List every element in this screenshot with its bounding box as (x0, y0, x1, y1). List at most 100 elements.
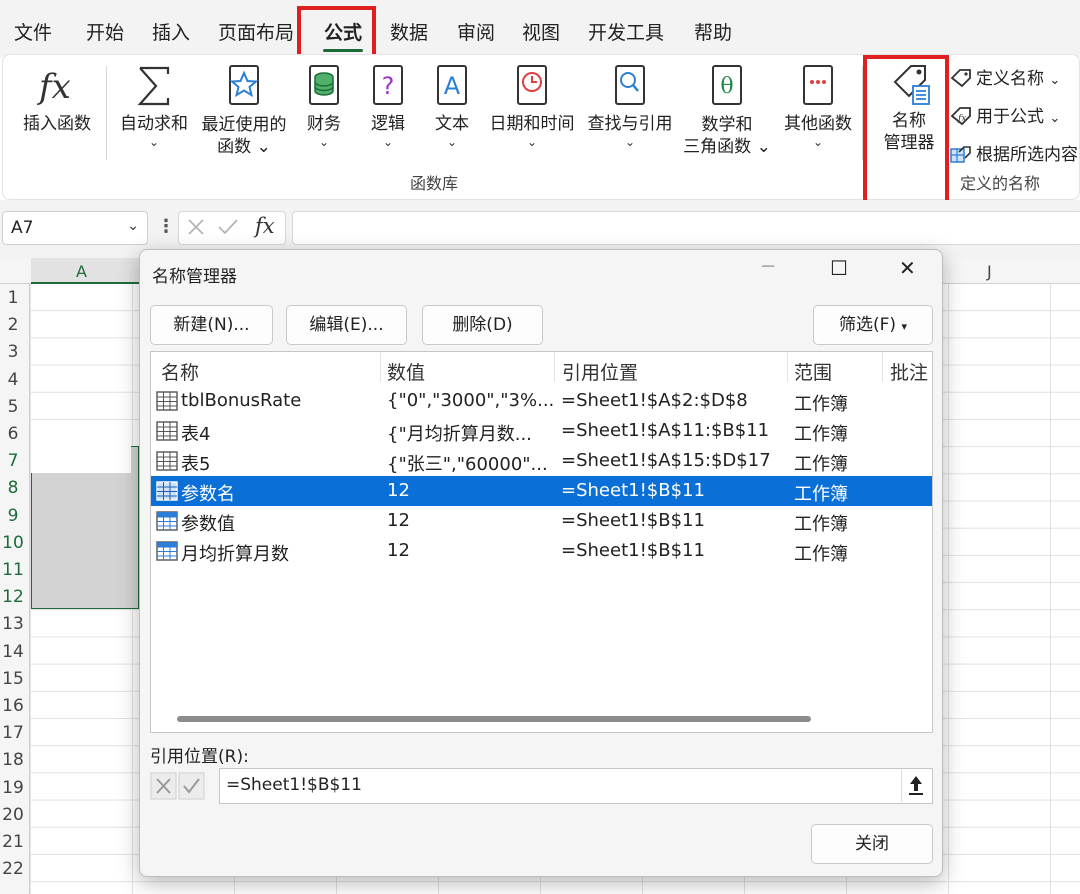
create-from-selection-button[interactable]: 根据所选内容 (950, 140, 1078, 165)
name-row-selected[interactable]: 参数名 12 =Sheet1!$B$11 工作簿 (151, 476, 932, 506)
name-cell: 参数值 (181, 514, 235, 535)
more-functions-label: 其他函数 (784, 114, 852, 134)
horizontal-scrollbar[interactable] (177, 716, 811, 722)
text-button[interactable]: A 文本 ⌄ (428, 64, 476, 149)
row-header[interactable]: 11 (0, 560, 26, 580)
name-box[interactable]: A7 ⌄ (2, 211, 148, 245)
name-cell: 参数名 (181, 484, 235, 505)
cancel-confirm-icons (150, 772, 205, 800)
maximize-icon[interactable]: ☐ (830, 256, 848, 280)
edit-name-button[interactable]: 编辑(E)... (286, 305, 407, 345)
name-row[interactable]: 表4 {"月均折算月数... =Sheet1!$A$11:$B$11 工作簿 (151, 416, 932, 446)
logical-button[interactable]: ? 逻辑 ⌄ (364, 64, 412, 149)
name-row[interactable]: 月均折算月数 12 =Sheet1!$B$11 工作簿 (151, 536, 932, 566)
insert-function-button[interactable]: fx 插入函数 (20, 64, 94, 135)
row-header[interactable]: 21 (0, 832, 26, 852)
collapse-dialog-button[interactable] (901, 770, 931, 802)
row-header[interactable]: 17 (0, 723, 26, 743)
scope-cell: 工作簿 (794, 484, 848, 505)
name-row[interactable]: 表5 {"张三","60000"... =Sheet1!$A$15:$D$17 … (151, 446, 932, 476)
insert-function-fx-icon[interactable]: fx (255, 214, 275, 238)
chevron-down-icon[interactable]: ⌄ (127, 218, 139, 234)
text-book-icon: A (437, 65, 467, 105)
refers-to-input[interactable]: =Sheet1!$B$11 (219, 768, 933, 804)
row-header[interactable]: 16 (0, 696, 26, 716)
tab-page-layout[interactable]: 页面布局 (218, 18, 294, 45)
value-cell: {"月均折算月数... (387, 424, 532, 445)
question-book-icon: ? (373, 65, 403, 105)
tab-review[interactable]: 审阅 (457, 18, 495, 45)
row-header[interactable]: 15 (0, 669, 26, 689)
tab-data[interactable]: 数据 (390, 18, 428, 45)
delete-name-button[interactable]: 删除(D) (422, 305, 543, 345)
names-list[interactable]: 名称 数值 引用位置 范围 批注 tblBonusRate {"0","3000… (150, 351, 933, 733)
new-name-button[interactable]: 新建(N)... (150, 305, 273, 345)
column-header-scope[interactable]: 范围 (794, 358, 832, 385)
more-functions-button[interactable]: 其他函数 ⌄ (780, 64, 856, 149)
row-header[interactable]: 3 (0, 342, 26, 362)
column-header-refers-to[interactable]: 引用位置 (562, 358, 638, 385)
tab-view[interactable]: 视图 (522, 18, 560, 45)
chevron-down-icon: ⌄ (382, 135, 394, 149)
star-book-icon (229, 65, 259, 105)
row-header[interactable]: 12 (0, 587, 26, 607)
column-header-a[interactable]: A (76, 262, 87, 281)
financial-button[interactable]: 财务 ⌄ (300, 64, 348, 149)
row-header[interactable]: 18 (0, 750, 26, 770)
filter-button[interactable]: 筛选(F) ▾ (813, 305, 933, 345)
formula-input[interactable] (292, 211, 1080, 245)
tab-insert[interactable]: 插入 (152, 18, 190, 45)
column-header-name[interactable]: 名称 (161, 358, 199, 385)
tab-file[interactable]: 文件 (14, 18, 52, 45)
refers-to-label: 引用位置(R): (150, 747, 249, 767)
collapse-arrow-icon (909, 776, 923, 795)
more-options-icon[interactable]: ⋮ (157, 216, 175, 237)
row-header[interactable]: 13 (0, 614, 26, 634)
row-header[interactable]: 20 (0, 805, 26, 825)
date-time-button[interactable]: 日期和时间 ⌄ (486, 64, 578, 149)
ribbon-separator (106, 66, 107, 160)
tab-developer[interactable]: 开发工具 (588, 18, 664, 45)
column-header-comment[interactable]: 批注 (890, 358, 928, 385)
autosum-button[interactable]: 自动求和 ⌄ (118, 64, 190, 149)
column-header-value[interactable]: 数值 (387, 358, 425, 385)
math-trig-label-1: 数学和 (701, 115, 753, 135)
row-header[interactable]: 4 (0, 370, 26, 390)
refers-to-cell: =Sheet1!$A$2:$D$8 (561, 390, 748, 411)
row-header[interactable]: 14 (0, 642, 26, 662)
active-cell[interactable] (31, 446, 131, 473)
row-header[interactable]: 22 (0, 859, 26, 879)
tab-home[interactable]: 开始 (86, 18, 124, 45)
value-cell: 12 (387, 510, 410, 531)
refers-to-cell: =Sheet1!$B$11 (561, 510, 705, 531)
column-header-j[interactable]: J (987, 262, 992, 281)
define-name-button[interactable]: 定义名称 ⌄ (950, 64, 1060, 89)
use-in-formula-button[interactable]: fx 用于公式 ⌄ (950, 102, 1060, 127)
row-header[interactable]: 19 (0, 778, 26, 798)
close-button[interactable]: 关闭 (811, 824, 933, 864)
row-header[interactable]: 10 (0, 533, 26, 553)
tab-help[interactable]: 帮助 (694, 18, 732, 45)
row-header[interactable]: 1 (0, 288, 26, 308)
refers-to-cell: =Sheet1!$B$11 (561, 480, 705, 501)
highlight-box-name-manager (863, 55, 949, 205)
recently-used-button[interactable]: 最近使用的 函数 ⌄ (198, 64, 290, 158)
theta-book-icon: θ (712, 65, 742, 105)
scope-cell: 工作簿 (794, 394, 848, 415)
row-header[interactable]: 6 (0, 424, 26, 444)
table-icon (156, 451, 178, 471)
row-header[interactable]: 7 (0, 451, 26, 471)
row-header[interactable]: 8 (0, 478, 26, 498)
row-header[interactable]: 9 (0, 506, 26, 526)
chevron-down-icon: ⌄ (318, 135, 330, 149)
lookup-reference-button[interactable]: 查找与引用 ⌄ (584, 64, 676, 149)
function-library-group-label: 函数库 (410, 174, 459, 193)
name-row[interactable]: tblBonusRate {"0","3000","3%... =Sheet1!… (151, 386, 932, 416)
name-row[interactable]: 参数值 12 =Sheet1!$B$11 工作簿 (151, 506, 932, 536)
math-trig-button[interactable]: θ 数学和 三角函数 ⌄ (682, 64, 772, 158)
scope-cell: 工作簿 (794, 544, 848, 565)
value-cell: {"0","3000","3%... (387, 390, 555, 411)
row-header[interactable]: 5 (0, 397, 26, 417)
row-header[interactable]: 2 (0, 315, 26, 335)
close-icon[interactable]: ✕ (899, 256, 916, 280)
